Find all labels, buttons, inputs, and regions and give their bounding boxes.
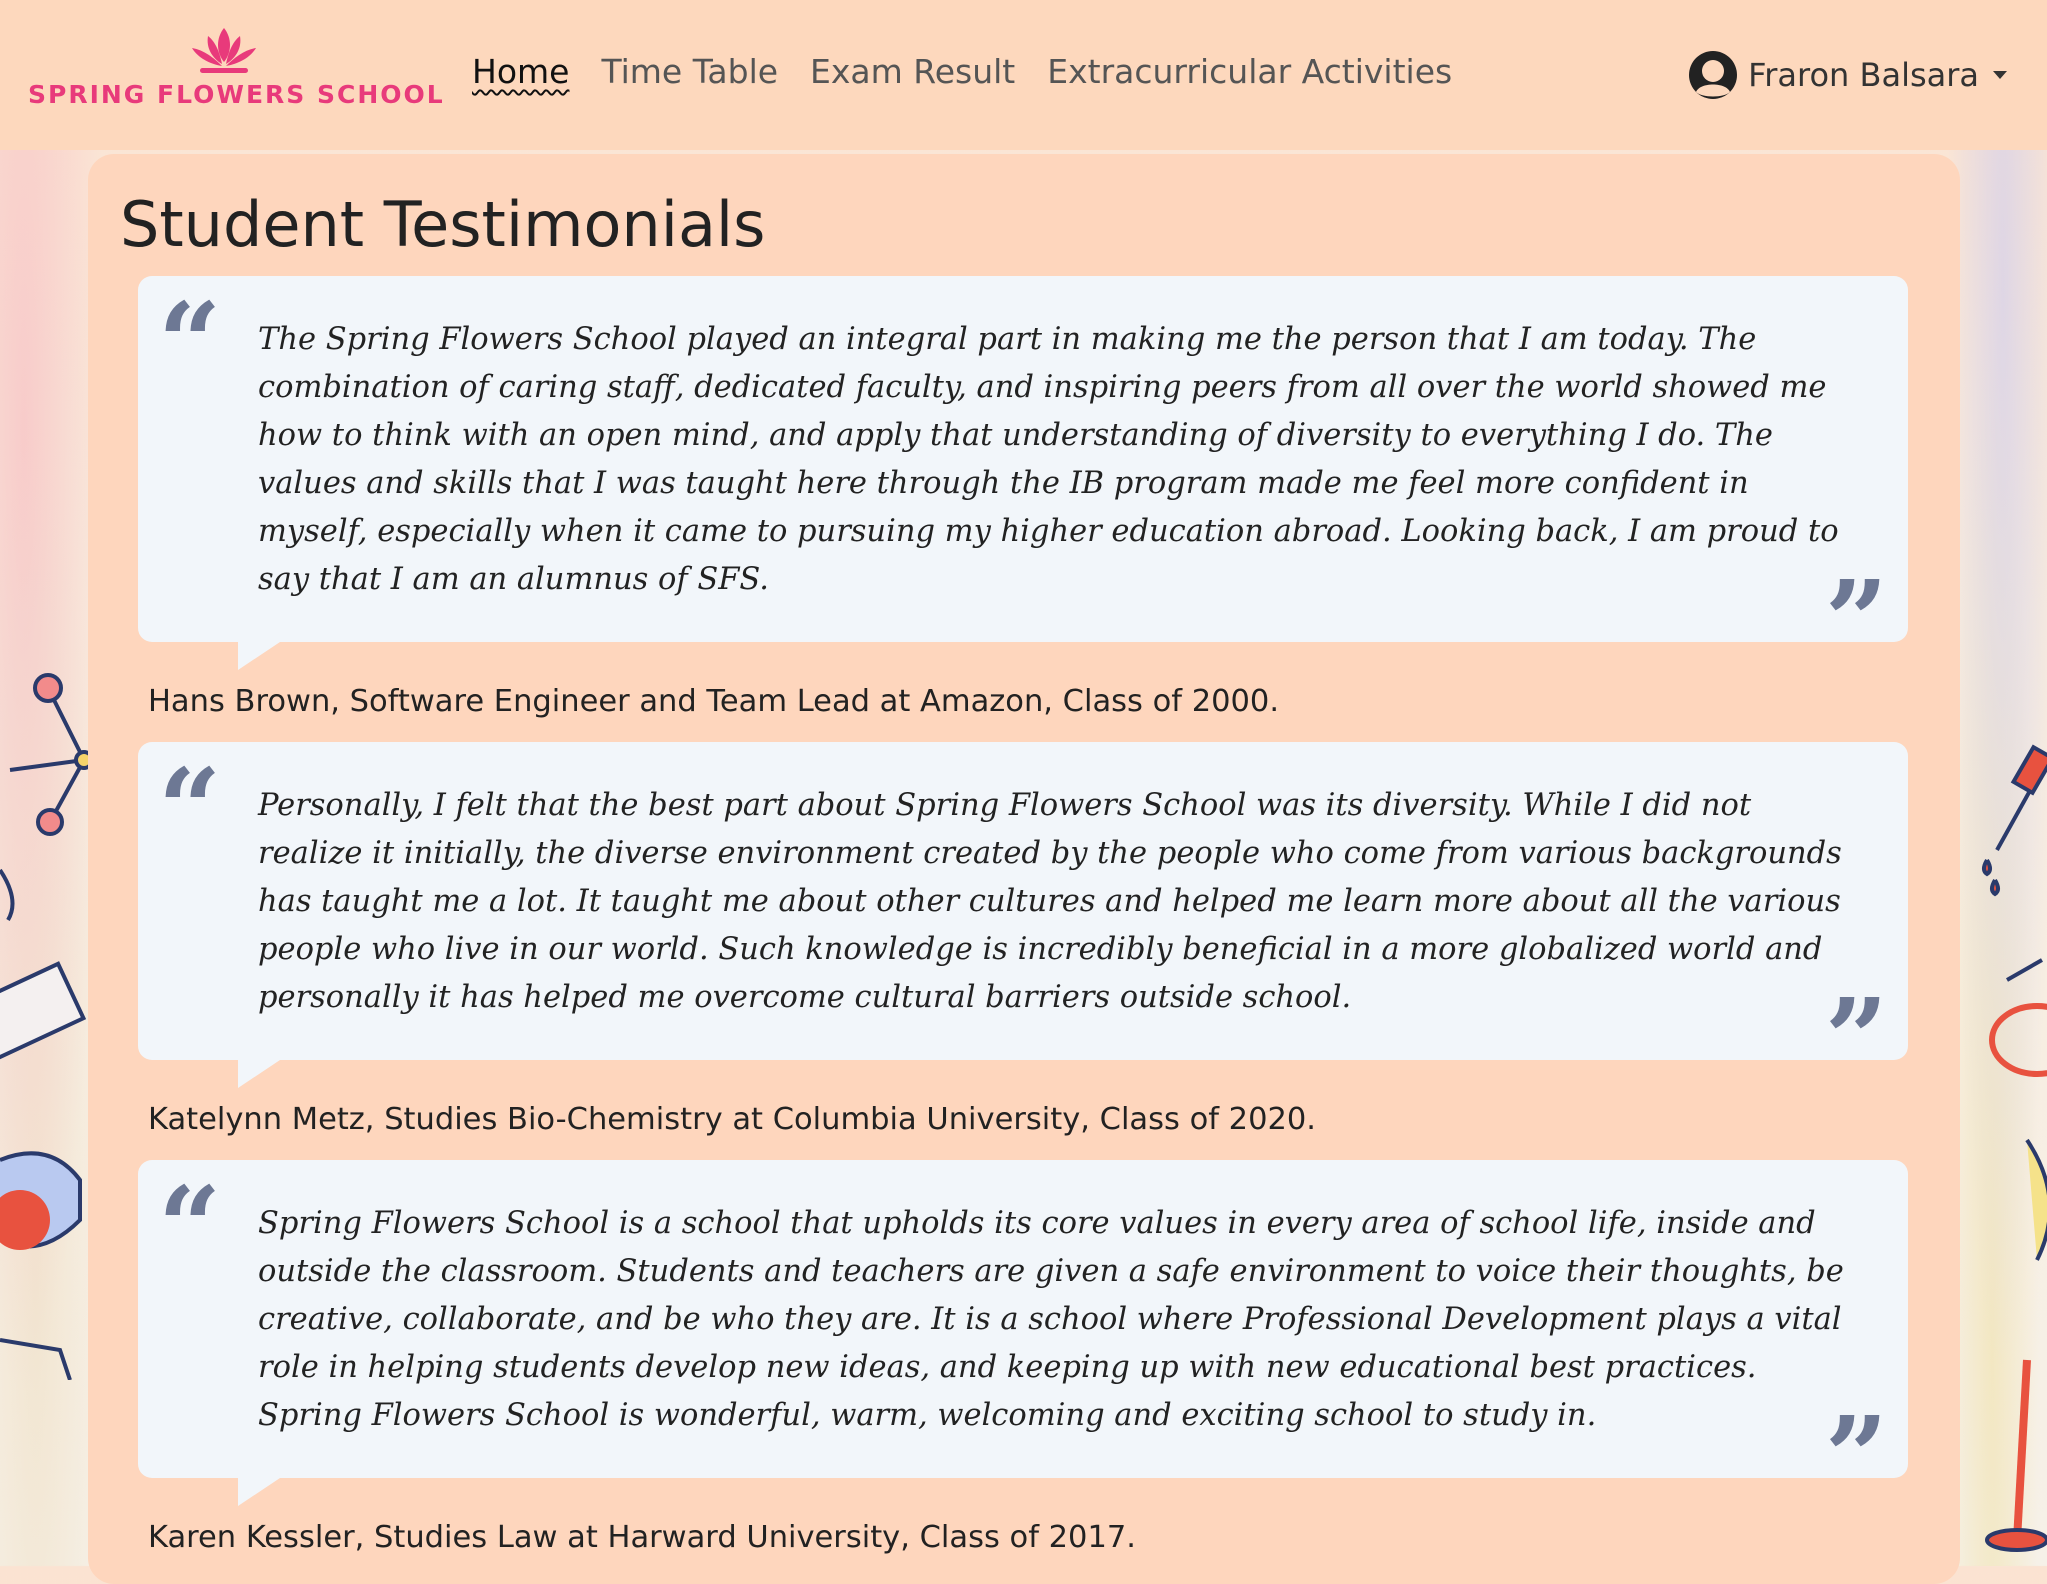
user-avatar-icon — [1689, 51, 1738, 99]
testimonial-author: Katelynn Metz, Studies Bio-Chemistry at … — [148, 1102, 1316, 1137]
nav-item-extracurricular-activities[interactable]: Extracurricular Activities — [1047, 52, 1452, 91]
navbar: SPRING FLOWERS SCHOOL Home Time Table Ex… — [0, 0, 2047, 150]
main-nav: Home Time Table Exam Result Extracurricu… — [472, 52, 1452, 91]
nav-item-home[interactable]: Home — [472, 52, 569, 91]
testimonial-author: Hans Brown, Software Engineer and Team L… — [148, 684, 1280, 719]
user-menu-dropdown[interactable]: Fraron Balsara — [1688, 50, 2007, 100]
nav-item-exam-result[interactable]: Exam Result — [810, 52, 1015, 91]
brand-name: SPRING FLOWERS SCHOOL — [28, 80, 445, 109]
close-quote-icon: ” — [1824, 974, 1888, 1103]
testimonial-text: Personally, I felt that the best part ab… — [258, 788, 1842, 1015]
page-title: Student Testimonials — [120, 188, 766, 261]
chevron-down-icon — [1993, 71, 2007, 79]
science-doodle-right — [1982, 744, 2047, 1552]
testimonial-card: “ Spring Flowers School is a school that… — [138, 1160, 1908, 1512]
testimonial-text: The Spring Flowers School played an inte… — [258, 322, 1839, 597]
close-quote-icon: ” — [1824, 1392, 1888, 1521]
testimonial-card: “ Personally, I felt that the best part … — [138, 742, 1908, 1094]
testimonial-author: Karen Kessler, Studies Law at Harward Un… — [148, 1520, 1136, 1555]
open-quote-icon: “ — [158, 1162, 222, 1291]
lotus-logo-icon — [192, 28, 256, 73]
science-doodle-left — [0, 673, 90, 1380]
close-quote-icon: ” — [1824, 556, 1888, 685]
open-quote-icon: “ — [158, 744, 222, 873]
testimonial-text: Spring Flowers School is a school that u… — [258, 1206, 1844, 1433]
testimonial-card: “ The Spring Flowers School played an in… — [138, 276, 1908, 676]
testimonials-panel: Student Testimonials “ The Spring Flower… — [88, 154, 1960, 1584]
open-quote-icon: “ — [158, 278, 222, 407]
nav-item-time-table[interactable]: Time Table — [601, 52, 778, 91]
brand-home-link[interactable]: SPRING FLOWERS SCHOOL — [28, 26, 445, 126]
user-name: Fraron Balsara — [1748, 56, 1979, 94]
